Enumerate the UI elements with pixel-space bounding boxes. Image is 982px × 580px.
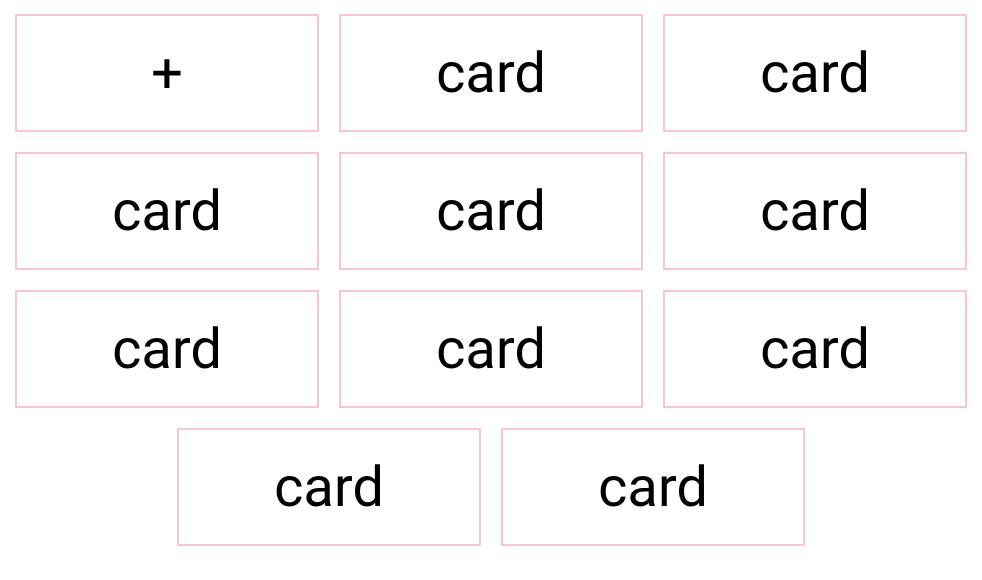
card-item[interactable]: card [339,152,643,270]
card-item[interactable]: card [501,428,805,546]
card-item[interactable]: card [339,290,643,408]
card-item[interactable]: card [15,152,319,270]
card-label: card [760,178,870,244]
card-label: card [436,316,546,382]
card-label: card [760,316,870,382]
plus-icon: + [151,40,183,106]
card-item[interactable]: card [15,290,319,408]
add-card-button[interactable]: + [15,14,319,132]
card-label: card [112,178,222,244]
card-label: card [760,40,870,106]
card-grid: + card card card card card card card car… [14,14,968,546]
card-item[interactable]: card [177,428,481,546]
card-item[interactable]: card [663,152,967,270]
card-label: card [436,40,546,106]
card-label: card [598,454,708,520]
card-item[interactable]: card [663,290,967,408]
card-label: card [436,178,546,244]
card-label: card [112,316,222,382]
card-label: card [274,454,384,520]
card-item[interactable]: card [663,14,967,132]
card-item[interactable]: card [339,14,643,132]
